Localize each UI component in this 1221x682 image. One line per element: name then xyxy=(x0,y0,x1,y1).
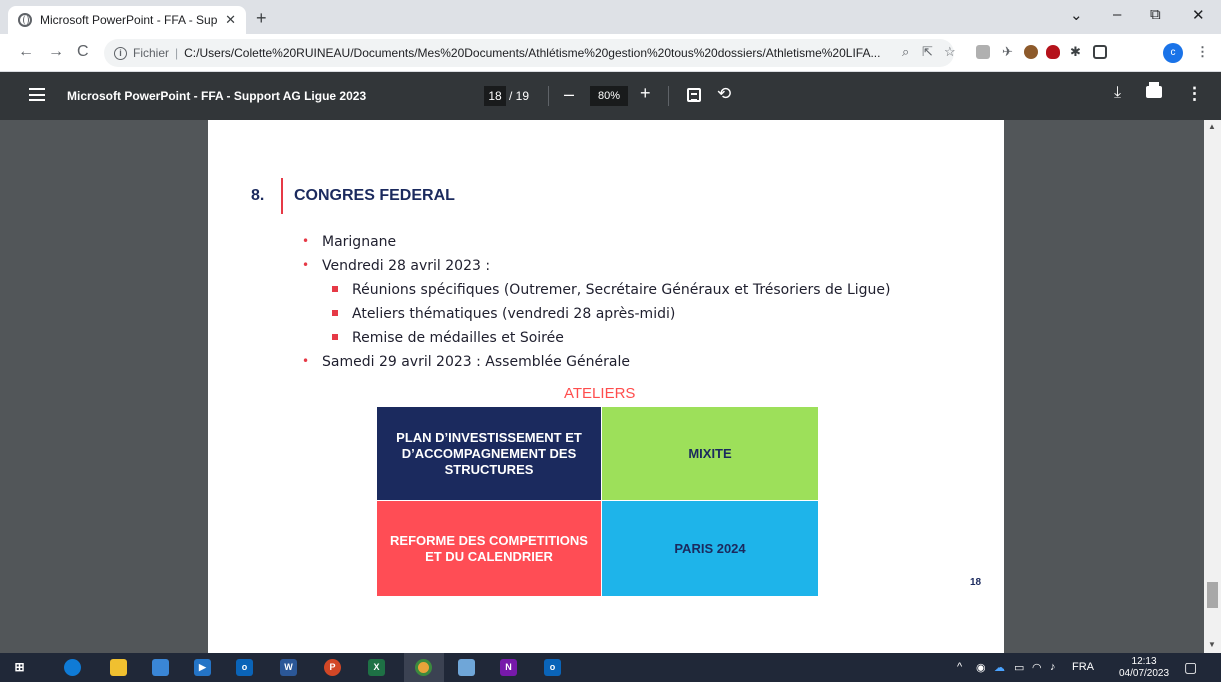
input-language[interactable]: FRA xyxy=(1072,661,1094,673)
scroll-thumb[interactable] xyxy=(1207,582,1218,608)
bullet-dot-icon: • xyxy=(302,354,310,368)
zoom-in-button[interactable]: + xyxy=(640,83,651,104)
extensions-puzzle-icon[interactable]: ✱ xyxy=(1070,44,1081,60)
new-tab-button[interactable]: + xyxy=(256,8,267,29)
page-total: / 19 xyxy=(509,89,530,103)
zoom-out-button[interactable]: – xyxy=(564,84,574,105)
slide-page: 8. CONGRES FEDERAL • Marignane • Vendred… xyxy=(208,120,1004,653)
pdf-toolbar: Microsoft PowerPoint - FFA - Support AG … xyxy=(0,72,1221,120)
side-panel-icon[interactable] xyxy=(1093,45,1107,59)
media-player-icon[interactable]: ▶ xyxy=(194,659,211,676)
tab-close-button[interactable]: ✕ xyxy=(225,12,236,28)
chrome-icon[interactable] xyxy=(415,659,432,676)
windows-taskbar: ⊞ ▶ o W P X N o ^ ◉ ☁ ▭ ◠ ♪ FRA 12:13 04… xyxy=(0,653,1221,682)
meet-now-icon[interactable]: ◉ xyxy=(976,661,986,674)
bullet-square-icon xyxy=(332,334,338,340)
extension-cookie-icon[interactable] xyxy=(1024,45,1038,59)
share-icon[interactable]: ⇱ xyxy=(922,44,933,60)
word-icon[interactable]: W xyxy=(280,659,297,676)
scroll-down-icon[interactable]: ▼ xyxy=(1208,640,1216,649)
extension-pdf-icon[interactable] xyxy=(976,45,990,59)
globe-icon xyxy=(18,13,32,27)
zoom-input[interactable]: 80% xyxy=(590,86,628,106)
print-icon[interactable] xyxy=(1146,82,1162,98)
tab-search-button[interactable]: ⌄ xyxy=(1070,6,1083,24)
sub-bullet-item: Remise de médailles et Soirée xyxy=(332,330,564,346)
bullet-square-icon xyxy=(332,310,338,316)
minimize-button[interactable]: – xyxy=(1113,6,1121,23)
bullet-dot-icon: • xyxy=(302,234,310,248)
bookmark-star-icon[interactable]: ☆ xyxy=(944,44,956,60)
vertical-scrollbar[interactable]: ▲ ▼ xyxy=(1204,120,1221,653)
address-bar[interactable]: i Fichier | C:/Users/Colette%20RUINEAU/D… xyxy=(104,39,954,67)
tab-title: Microsoft PowerPoint - FFA - Sup xyxy=(40,13,218,27)
bullet-item: • Samedi 29 avril 2023 : Assemblée Génér… xyxy=(302,354,630,370)
bullet-dot-icon: • xyxy=(302,258,310,272)
rotate-icon[interactable]: ⟲ xyxy=(717,84,731,104)
bullet-item: • Vendredi 28 avril 2023 : xyxy=(302,258,491,274)
browser-tab[interactable]: Microsoft PowerPoint - FFA - Sup ✕ xyxy=(8,6,246,34)
wifi-icon[interactable]: ◠ xyxy=(1032,661,1042,674)
slide-page-number: 18 xyxy=(970,577,982,588)
system-clock[interactable]: 12:13 04/07/2023 xyxy=(1119,656,1169,680)
profile-avatar[interactable]: c xyxy=(1163,43,1183,63)
scroll-up-icon[interactable]: ▲ xyxy=(1208,122,1216,131)
bullet-item: • Marignane xyxy=(302,234,397,250)
clock-date: 04/07/2023 xyxy=(1119,668,1170,679)
photos-icon[interactable] xyxy=(458,659,475,676)
atelier-cell-mixite: MIXITE xyxy=(602,407,818,500)
pdf-viewer[interactable]: 8. CONGRES FEDERAL • Marignane • Vendred… xyxy=(0,120,1221,653)
windows-start-icon[interactable]: ⊞ xyxy=(11,659,28,676)
close-window-button[interactable]: ✕ xyxy=(1192,6,1205,24)
info-icon[interactable]: i xyxy=(114,46,127,60)
menu-icon[interactable] xyxy=(29,88,45,101)
atelier-cell-paris-2024: PARIS 2024 xyxy=(602,501,818,596)
powerpoint-icon[interactable]: P xyxy=(324,659,341,676)
show-hidden-icons[interactable]: ^ xyxy=(957,661,962,673)
toolbar-divider xyxy=(548,86,549,106)
edge-icon[interactable] xyxy=(64,659,81,676)
restore-button[interactable]: ⧉ xyxy=(1150,6,1161,23)
ublock-icon[interactable] xyxy=(1046,45,1060,59)
outlook-new-icon[interactable]: o xyxy=(544,659,561,676)
clock-time: 12:13 xyxy=(1131,656,1157,667)
store-icon[interactable] xyxy=(152,659,169,676)
back-icon[interactable]: ← xyxy=(18,43,34,61)
url-text[interactable]: C:/Users/Colette%20RUINEAU/Documents/Mes… xyxy=(184,46,880,60)
file-explorer-icon[interactable] xyxy=(110,659,127,676)
browser-tab-strip: Microsoft PowerPoint - FFA - Sup ✕ + ⌄ –… xyxy=(0,0,1221,34)
section-title: CONGRES FEDERAL xyxy=(294,187,455,204)
volume-icon[interactable]: ♪ xyxy=(1050,661,1056,673)
ateliers-title: ATELIERS xyxy=(564,385,636,402)
document-title: Microsoft PowerPoint - FFA - Support AG … xyxy=(67,89,367,103)
section-number: 8. xyxy=(251,187,265,204)
outlook-icon[interactable]: o xyxy=(236,659,253,676)
excel-icon[interactable]: X xyxy=(368,659,385,676)
browser-menu-icon[interactable]: ⋮ xyxy=(1196,44,1209,60)
browser-toolbar: ← → C i Fichier | C:/Users/Colette%20RUI… xyxy=(0,34,1221,72)
section-divider xyxy=(281,178,283,214)
battery-icon[interactable]: ▭ xyxy=(1014,661,1024,674)
atelier-cell-investissement: PLAN D’INVESTISSEMENT ET D’ACCOMPAGNEMEN… xyxy=(377,407,601,500)
sub-bullet-item: Réunions spécifiques (Outremer, Secrétai… xyxy=(332,282,890,298)
page-number-input[interactable]: 18 xyxy=(484,86,506,106)
zoom-search-icon[interactable]: ⌕ xyxy=(902,44,909,60)
onedrive-icon[interactable]: ☁ xyxy=(994,661,1005,674)
atelier-cell-reforme: REFORME DES COMPETITIONS ET DU CALENDRIE… xyxy=(377,501,601,596)
fit-page-icon[interactable] xyxy=(687,88,701,102)
reload-icon[interactable]: C xyxy=(77,43,89,61)
forward-icon[interactable]: → xyxy=(48,43,64,61)
onenote-icon[interactable]: N xyxy=(500,659,517,676)
notifications-icon[interactable]: ▢ xyxy=(1184,659,1197,676)
scheme-label: Fichier xyxy=(133,46,170,60)
more-options-icon[interactable]: ⋮ xyxy=(1186,84,1203,104)
toolbar-divider xyxy=(668,86,669,106)
sub-bullet-item: Ateliers thématiques (vendredi 28 après-… xyxy=(332,306,675,322)
bullet-square-icon xyxy=(332,286,338,292)
download-icon[interactable]: ⤓ xyxy=(1114,84,1121,102)
extension-plane-icon[interactable]: ✈ xyxy=(1002,44,1013,60)
omnibox-separator: | xyxy=(175,46,179,60)
